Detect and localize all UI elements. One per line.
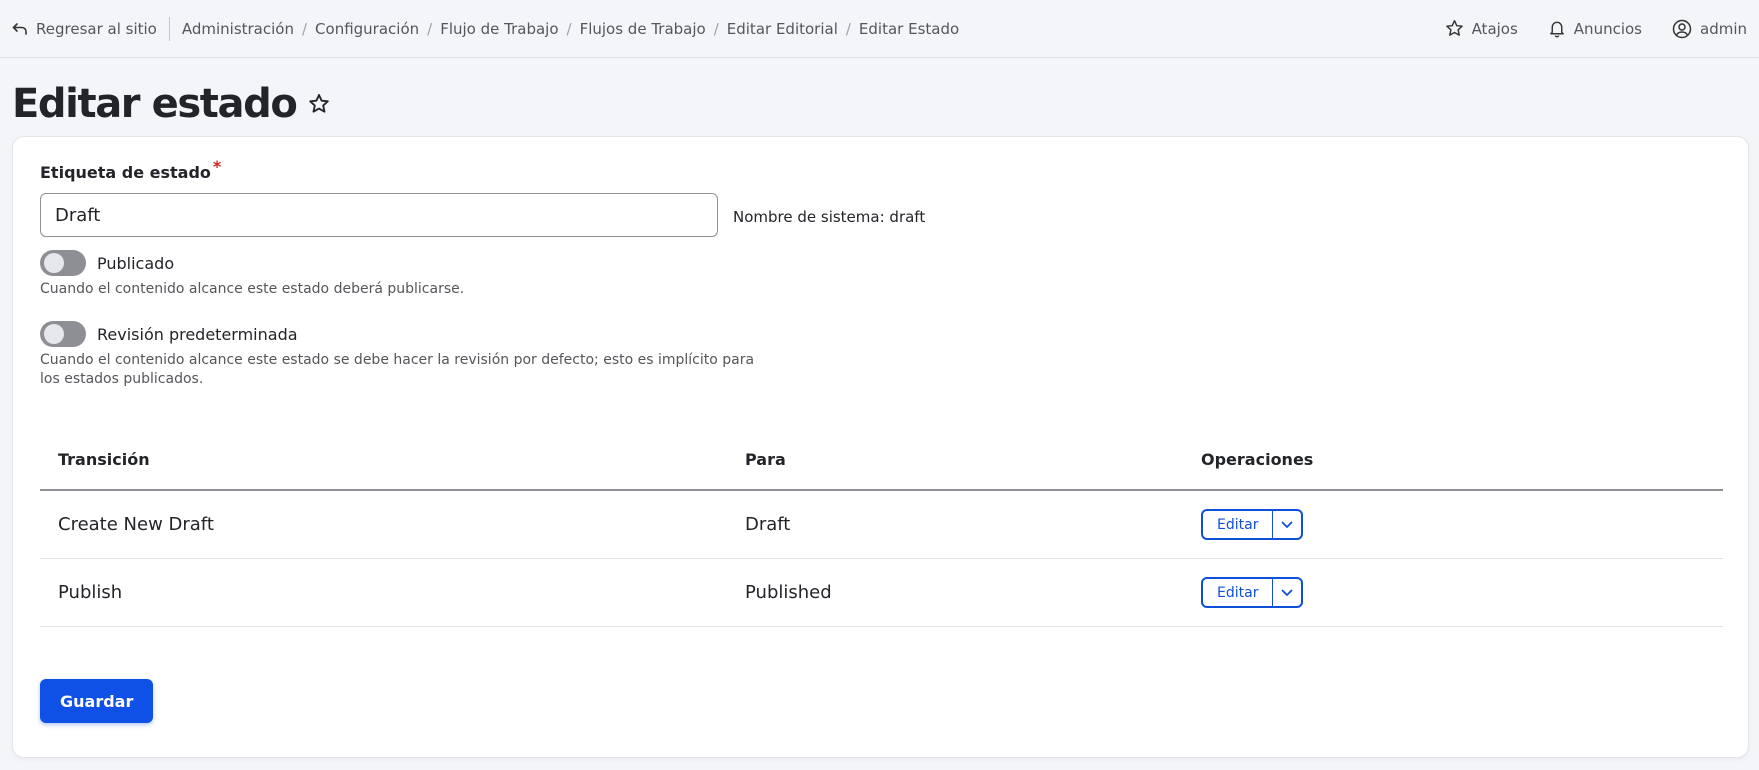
operations-cell: Editar: [1201, 509, 1723, 540]
edit-transition-button[interactable]: Editar: [1203, 511, 1274, 538]
breadcrumb-separator: /: [301, 19, 308, 38]
transition-cell: Create New Draft: [58, 514, 214, 535]
breadcrumb-item[interactable]: Configuración: [315, 20, 419, 38]
column-header-operations: Operaciones: [1201, 449, 1314, 469]
default-revision-toggle[interactable]: [40, 321, 86, 347]
admin-toolbar: Regresar al sitio Administración / Confi…: [0, 0, 1759, 58]
table-row: Create New Draft Draft Editar: [40, 491, 1723, 559]
state-label-text: Etiqueta de estado: [40, 163, 211, 182]
breadcrumb-item[interactable]: Flujo de Trabajo: [440, 20, 558, 38]
user-label: admin: [1700, 19, 1747, 38]
default-revision-help: Cuando el contenido alcance este estado …: [40, 352, 755, 387]
save-button[interactable]: Guardar: [40, 679, 154, 723]
to-state-cell: Published: [745, 582, 832, 603]
state-label-field-label: Etiqueta de estado *: [40, 157, 221, 182]
breadcrumb-separator: /: [566, 19, 572, 38]
operations-dropbutton: Editar: [1201, 577, 1304, 608]
published-toggle[interactable]: [40, 250, 86, 276]
operations-cell: Editar: [1201, 577, 1723, 608]
published-label: Publicado: [97, 253, 175, 273]
chevron-down-icon: [1281, 589, 1293, 597]
column-header-to: Para: [745, 449, 786, 469]
breadcrumb-separator: /: [427, 19, 433, 38]
default-revision-toggle-row: Revisión predeterminada: [40, 321, 298, 347]
breadcrumb-current: Editar Estado: [858, 19, 960, 38]
breadcrumb-item[interactable]: Editar Editorial: [727, 20, 838, 38]
toolbar-right: Atajos Anuncios admin: [1445, 19, 1747, 39]
machine-name: Nombre de sistema: draft: [733, 208, 926, 226]
announcements-label: Anuncios: [1573, 19, 1642, 38]
shortcuts-button[interactable]: Atajos: [1445, 19, 1518, 38]
breadcrumb-item[interactable]: Administración: [182, 20, 294, 38]
table-header: Transición Para Operaciones: [40, 429, 1723, 491]
announcements-button[interactable]: Anuncios: [1548, 19, 1642, 38]
published-help: Cuando el contenido alcance este estado …: [40, 281, 465, 297]
edit-transition-button[interactable]: Editar: [1203, 579, 1274, 606]
shortcuts-label: Atajos: [1471, 19, 1518, 38]
required-marker: *: [212, 157, 222, 176]
column-header-transition: Transición: [58, 449, 150, 469]
star-shortcut-icon[interactable]: [308, 93, 330, 115]
page-title: Editar estado: [12, 81, 298, 127]
state-label-input[interactable]: [40, 193, 718, 237]
back-to-site-label: Regresar al sitio: [36, 19, 157, 38]
bell-icon: [1548, 19, 1566, 38]
published-toggle-row: Publicado: [40, 250, 174, 276]
more-operations-toggle[interactable]: [1273, 511, 1301, 538]
form-card: Etiqueta de estado* Nombre de sistema: d…: [12, 136, 1749, 758]
back-to-site-link[interactable]: Regresar al sitio: [12, 16, 170, 41]
transitions-table: Transición Para Operaciones Create New D…: [40, 429, 1723, 627]
chevron-down-icon: [1281, 521, 1293, 529]
transition-cell: Publish: [58, 582, 123, 603]
user-menu-button[interactable]: admin: [1672, 19, 1747, 39]
star-icon: [1445, 19, 1464, 38]
operations-dropbutton: Editar: [1201, 509, 1304, 540]
default-revision-label: Revisión predeterminada: [97, 324, 298, 344]
breadcrumb-item[interactable]: Flujos de Trabajo: [580, 20, 706, 38]
more-operations-toggle[interactable]: [1273, 579, 1301, 606]
breadcrumb: Administración / Configuración / Flujo d…: [170, 20, 959, 38]
breadcrumb-separator: /: [845, 19, 851, 38]
back-arrow-icon: [12, 21, 28, 37]
breadcrumb-separator: /: [713, 19, 719, 38]
to-state-cell: Draft: [745, 514, 791, 535]
title-row: Editar estado: [0, 58, 1759, 136]
table-row: Publish Published Editar: [40, 559, 1723, 627]
toolbar-left: Regresar al sitio Administración / Confi…: [12, 16, 959, 41]
user-circle-icon: [1672, 19, 1692, 39]
